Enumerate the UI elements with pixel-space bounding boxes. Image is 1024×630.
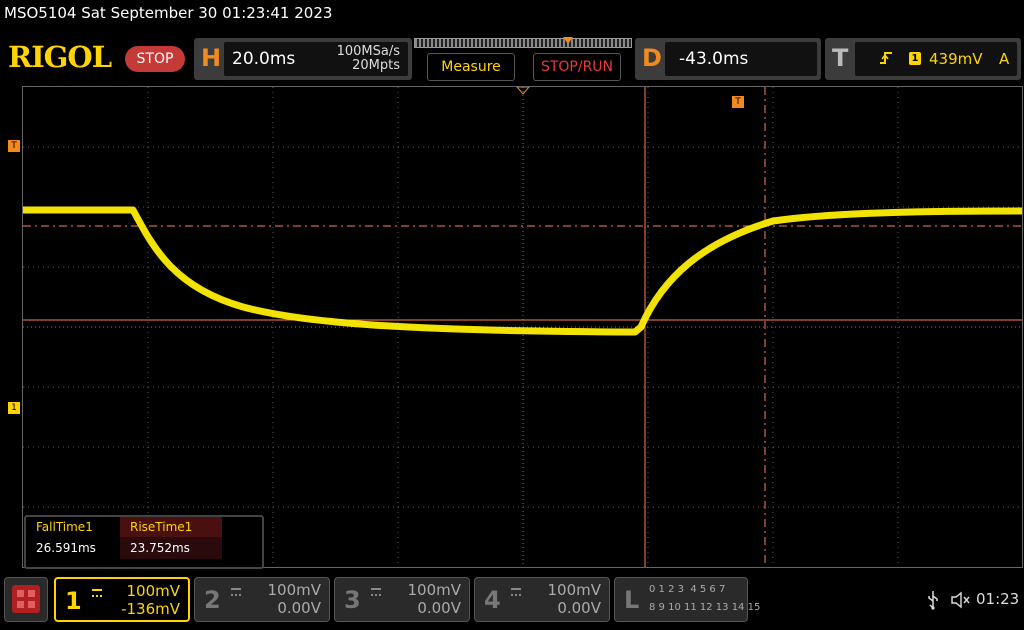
rigol-logo: RIGOL [8,40,112,74]
fall-time-header: FallTime1 [36,520,93,534]
mute-icon[interactable] [950,590,972,610]
horizontal-letter: H [201,44,222,72]
logic-channels-row1: 0 1 2 3 4 5 6 7 [649,584,726,595]
ch1-offset-marker: 1 [8,402,20,414]
graticule-center [23,87,1022,567]
usb-icon [928,591,938,610]
delay-panel[interactable]: D -43.0ms [635,38,821,80]
measurement-panel[interactable]: FallTime1 RiseTime1 26.591ms 23.752ms [24,515,264,569]
clock-time: 01:23 [976,590,1020,608]
dc-coupling-icon [92,589,102,597]
memory-depth: 20Mpts [352,58,400,73]
rise-time-value: 23.752ms [120,537,222,559]
horizontal-panel[interactable]: H 20.0ms 100MSa/s 20Mpts [194,38,412,80]
waveform-display[interactable] [22,86,1023,568]
delay-values: -43.0ms [665,42,817,76]
channel-3-scale: 100mV [407,581,461,599]
stop-run-button[interactable]: STOP/RUN [533,53,621,81]
channel-4-offset: 0.00V [557,599,601,617]
trigger-level: 439mV [929,50,983,68]
dc-coupling-icon [231,588,241,596]
dc-coupling-icon [371,588,381,596]
channel-2-scale: 100mV [267,581,321,599]
timebase-value: 20.0ms [232,49,296,69]
measure-button[interactable]: Measure [427,53,515,81]
time-center-marker [516,87,530,95]
dc-coupling-icon [511,588,521,596]
trigger-source-badge: 1 [909,52,921,65]
channel-1-scale: 100mV [126,582,180,600]
horizontal-values: 20.0ms 100MSa/s 20Mpts [224,42,408,76]
channel-1-offset: -136mV [121,600,180,618]
channel-2-panel[interactable]: 2 100mV 0.00V [194,577,330,622]
channel-4-number: 4 [484,586,501,614]
trigger-level-marker: T [8,140,20,152]
trigger-mode: A [999,50,1010,68]
grid-menu-icon [12,585,40,613]
channel-3-panel[interactable]: 3 100mV 0.00V [334,577,470,622]
trigger-letter: T [832,44,849,72]
channel-4-panel[interactable]: 4 100mV 0.00V [474,577,610,622]
delay-value: -43.0ms [679,49,749,69]
channel-3-offset: 0.00V [417,599,461,617]
logic-letter: L [624,586,640,614]
logic-analyzer-panel[interactable]: L 0 1 2 3 4 5 6 7 8 9 10 11 12 13 14 15 [614,577,760,622]
main-menu-button[interactable] [4,577,48,622]
memory-position-marker [563,37,573,44]
channel-1-number: 1 [65,587,82,615]
fall-time-value: 26.591ms [36,541,96,555]
logic-channels-row2: 8 9 10 11 12 13 14 15 [649,602,761,613]
window-title: MSO5104 Sat September 30 01:23:41 2023 [4,4,333,22]
channel-4-scale: 100mV [547,581,601,599]
channel-3-number: 3 [344,586,361,614]
trigger-panel[interactable]: T 1 439mV A [825,38,1021,80]
delay-letter: D [642,44,662,72]
rise-time-header: RiseTime1 [120,517,222,537]
channel-2-number: 2 [204,586,221,614]
sample-rate: 100MSa/s [336,44,400,59]
trigger-position-marker: T [732,96,744,108]
edge-rising-icon [880,52,892,64]
trigger-values: 1 439mV A [855,42,1017,76]
channel-2-offset: 0.00V [277,599,321,617]
memory-position-bar[interactable] [414,37,632,48]
channel-1-panel[interactable]: 1 100mV -136mV [54,577,190,622]
run-state-badge[interactable]: STOP [125,46,185,72]
